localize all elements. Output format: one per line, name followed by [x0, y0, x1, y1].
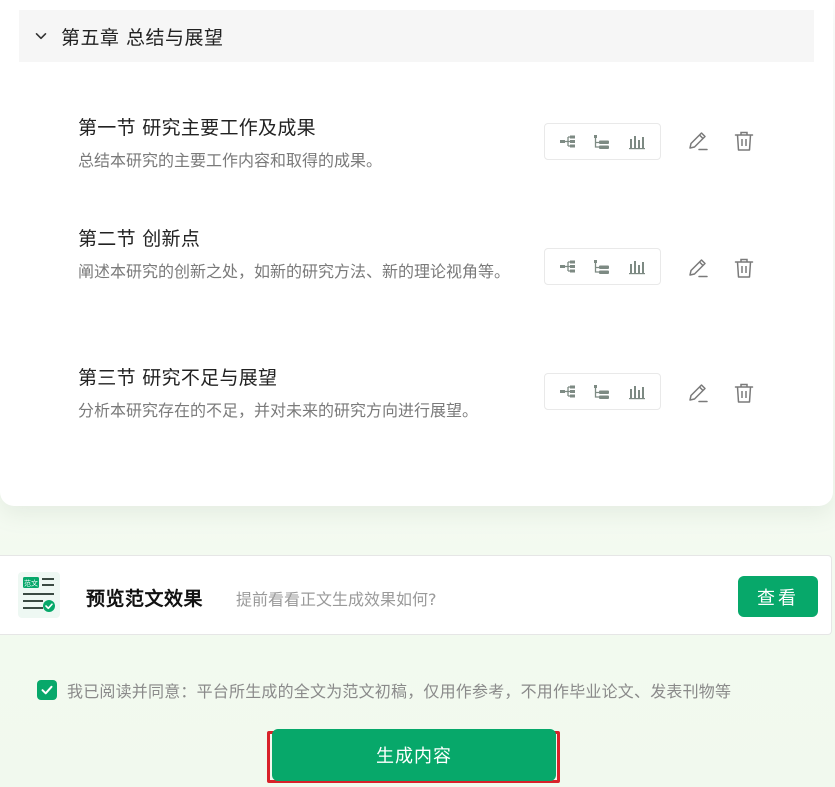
generate-content-button[interactable]: 生成内容	[272, 729, 556, 781]
chevron-down-icon[interactable]	[35, 30, 47, 42]
edit-button[interactable]	[684, 254, 712, 282]
section-title: 第三节 研究不足与展望	[78, 367, 278, 389]
list-outline-icon[interactable]	[590, 255, 614, 279]
section-description: 阐述本研究的创新之处，如新的研究方法、新的理论视角等。	[78, 262, 511, 281]
delete-button[interactable]	[730, 254, 758, 282]
section-item: 第一节 研究主要工作及成果 总结本研究的主要工作内容和取得的成果。	[78, 115, 834, 170]
document-check-icon: 范文	[18, 572, 60, 618]
agreement-checkbox[interactable]	[37, 680, 57, 700]
preview-title: 预览范文效果	[86, 588, 204, 610]
pencil-icon	[689, 384, 708, 403]
preview-sample-bar: 范文 预览范文效果 提前看看正文生成效果如何? 查看	[0, 555, 832, 635]
section-description: 总结本研究的主要工作内容和取得的成果。	[78, 151, 383, 170]
preview-badge-text: 范文	[24, 579, 38, 588]
pencil-icon	[689, 259, 708, 278]
section-tool-group	[544, 373, 661, 410]
section-tool-group	[544, 123, 661, 160]
view-button[interactable]: 查看	[738, 576, 818, 617]
list-outline-icon[interactable]	[590, 380, 614, 404]
delete-button[interactable]	[730, 127, 758, 155]
list-outline-icon[interactable]	[590, 130, 614, 154]
section-item: 第三节 研究不足与展望 分析本研究存在的不足，并对未来的研究方向进行展望。	[78, 365, 834, 420]
edit-button[interactable]	[684, 379, 712, 407]
section-title: 第二节 创新点	[78, 228, 201, 250]
delete-button[interactable]	[730, 379, 758, 407]
pencil-icon	[689, 132, 708, 151]
chapter-title: 第五章 总结与展望	[61, 26, 224, 49]
bar-chart-icon[interactable]	[625, 380, 649, 404]
outline-card: 第五章 总结与展望 第一节 研究主要工作及成果 总结本研究的主要工作内容和取得的…	[0, 0, 833, 506]
trash-icon	[734, 383, 754, 403]
section-tool-group	[544, 248, 661, 285]
agreement-row: 我已阅读并同意：平台所生成的全文为范文初稿，仅用作参考，不用作毕业论文、发表刊物…	[37, 678, 731, 702]
checkmark-icon	[41, 685, 53, 695]
bar-chart-icon[interactable]	[625, 130, 649, 154]
preview-hint: 提前看看正文生成效果如何?	[236, 590, 437, 609]
agreement-text: 我已阅读并同意：平台所生成的全文为范文初稿，仅用作参考，不用作毕业论文、发表刊物…	[67, 682, 732, 701]
bar-chart-icon[interactable]	[625, 255, 649, 279]
tree-structure-icon[interactable]	[556, 380, 580, 404]
section-title: 第一节 研究主要工作及成果	[78, 117, 316, 139]
tree-structure-icon[interactable]	[556, 130, 580, 154]
trash-icon	[734, 131, 754, 151]
section-description: 分析本研究存在的不足，并对未来的研究方向进行展望。	[78, 401, 479, 420]
edit-button[interactable]	[684, 127, 712, 155]
trash-icon	[734, 258, 754, 278]
section-item: 第二节 创新点 阐述本研究的创新之处，如新的研究方法、新的理论视角等。	[78, 226, 834, 285]
tree-structure-icon[interactable]	[556, 255, 580, 279]
chapter-header[interactable]: 第五章 总结与展望	[19, 10, 814, 62]
